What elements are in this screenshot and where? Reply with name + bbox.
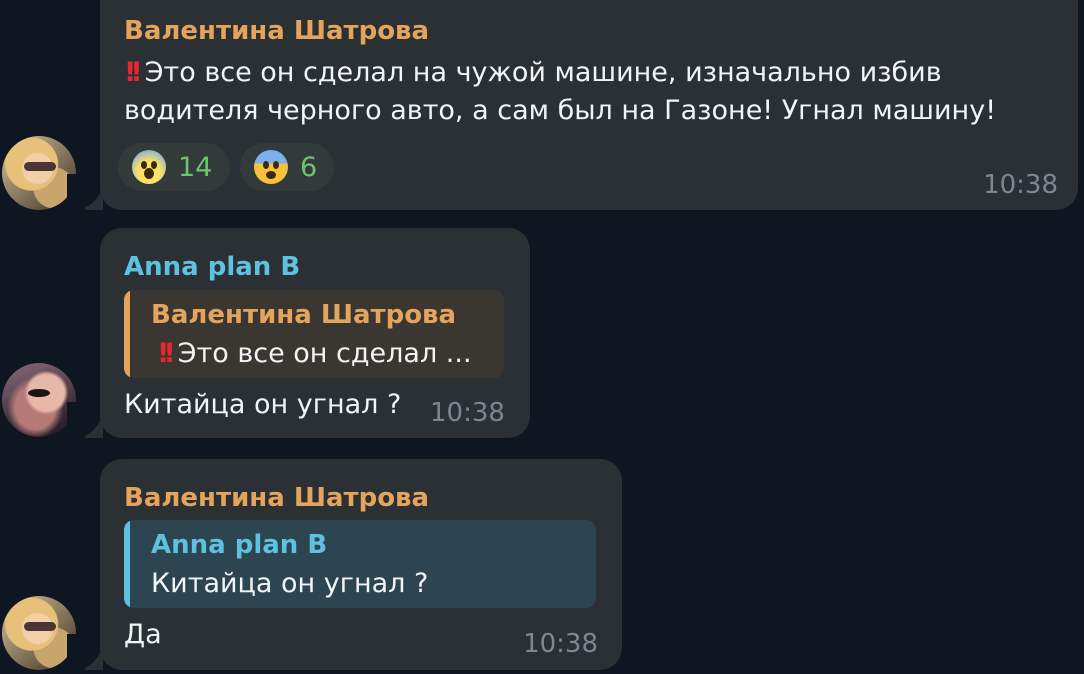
reply-quote[interactable]: Валентина Шатрова !! Это все он сделал ..… xyxy=(124,290,504,378)
avatar-valentina[interactable] xyxy=(2,136,76,210)
reaction-count: 6 xyxy=(300,151,318,183)
reply-quote[interactable]: Anna plan B Китайца он угнал ? xyxy=(124,520,596,608)
reaction-count: 14 xyxy=(178,151,213,183)
message-bubble-3[interactable]: Валентина Шатрова Anna plan B Китайца он… xyxy=(100,459,622,670)
message-text: Китайца он угнал ? xyxy=(124,389,402,420)
reply-text: !! Это все он сделал ... xyxy=(157,338,472,369)
double-exclamation-icon: !! xyxy=(124,57,142,88)
reply-author: Валентина Шатрова xyxy=(151,300,457,330)
message-time: 10:38 xyxy=(523,629,598,659)
message-text: !! Это все он сделал на чужой машине, изн… xyxy=(124,57,997,126)
message-text: Да xyxy=(124,619,162,650)
message-author[interactable]: Валентина Шатрова xyxy=(124,483,429,513)
message-author[interactable]: Anna plan B xyxy=(124,252,300,282)
reply-text: Китайца он угнал ? xyxy=(151,568,429,599)
face-screaming-in-fear-icon xyxy=(132,150,166,184)
message-bubble-1[interactable]: Валентина Шатрова !! Это все он сделал на… xyxy=(100,0,1078,210)
avatar-anna[interactable] xyxy=(2,363,76,437)
reply-author: Anna plan B xyxy=(151,530,328,560)
avatar-valentina[interactable] xyxy=(2,596,76,670)
double-exclamation-icon: !! xyxy=(157,338,175,369)
fearful-face-icon xyxy=(254,150,288,184)
message-bubble-2[interactable]: Anna plan B Валентина Шатрова !! Это все … xyxy=(100,228,530,438)
reaction-fearful[interactable]: 6 xyxy=(240,143,334,191)
message-time: 10:38 xyxy=(430,398,505,428)
message-author[interactable]: Валентина Шатрова xyxy=(124,16,429,46)
message-time: 10:38 xyxy=(983,170,1058,200)
reaction-scream[interactable]: 14 xyxy=(118,143,230,191)
